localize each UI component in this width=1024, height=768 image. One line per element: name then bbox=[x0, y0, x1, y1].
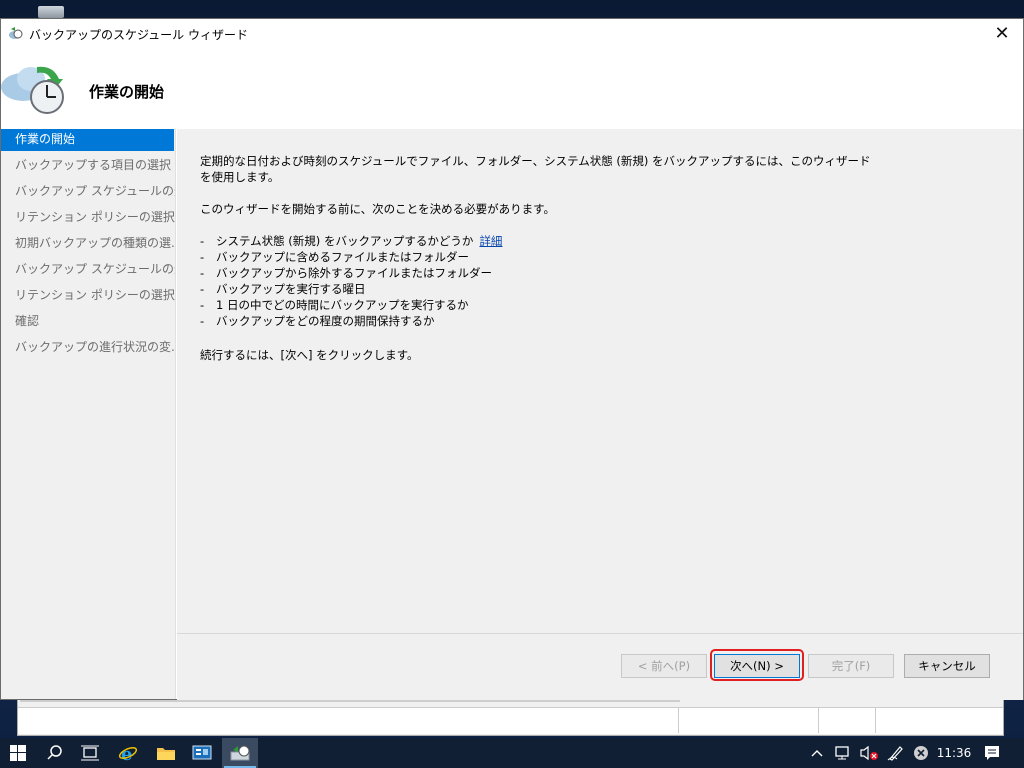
list-item: - 1 日の中でどの時間にバックアップを実行するか bbox=[200, 297, 502, 313]
wizard-content: 定期的な日付および時刻のスケジュールでファイル、フォルダー、システム状態 (新規… bbox=[177, 129, 1023, 633]
continue-text: 続行するには、[次へ] をクリックします。 bbox=[200, 348, 419, 362]
internet-explorer-icon: e bbox=[118, 744, 138, 763]
status-cells bbox=[18, 707, 1003, 734]
step-confirmation[interactable]: 確認 bbox=[1, 311, 175, 337]
title-bar: バックアップのスケジュール ウィザード ✕ bbox=[1, 19, 1023, 49]
show-hidden-icons-button[interactable] bbox=[806, 738, 828, 768]
list-dash: - bbox=[200, 298, 205, 312]
list-item: - バックアップから除外するファイルまたはフォルダー bbox=[200, 265, 502, 281]
clock[interactable]: 11:36 bbox=[934, 738, 974, 768]
finish-button[interactable]: 完了(F) bbox=[808, 654, 894, 678]
list-item-text: バックアップから除外するファイルまたはフォルダー bbox=[216, 266, 492, 280]
cancel-button[interactable]: キャンセル bbox=[904, 654, 990, 678]
volume-button[interactable] bbox=[856, 738, 882, 768]
task-view-icon bbox=[81, 745, 99, 761]
close-circle-icon bbox=[914, 746, 928, 760]
intro-line-1: 定期的な日付および時刻のスケジュールでファイル、フォルダー、システム状態 (新規… bbox=[200, 154, 871, 168]
list-item: - バックアップを実行する曜日 bbox=[200, 281, 502, 297]
next-button[interactable]: 次へ(N) > bbox=[714, 654, 800, 678]
chevron-up-icon bbox=[811, 750, 823, 757]
step-backup-progress[interactable]: バックアップの進行状況の変... bbox=[1, 337, 175, 363]
list-dash: - bbox=[200, 266, 205, 280]
list-item-text: 1 日の中でどの時間にバックアップを実行するか bbox=[216, 298, 469, 312]
window-title: バックアップのスケジュール ウィザード bbox=[29, 28, 248, 42]
step-backup-schedule-2[interactable]: バックアップ スケジュールの選... bbox=[1, 259, 175, 285]
desktop-drive-icon[interactable] bbox=[38, 6, 64, 18]
page-title: 作業の開始 bbox=[89, 83, 165, 101]
list-dash: - bbox=[200, 314, 205, 328]
step-retention-policy-2[interactable]: リテンション ポリシーの選択 (... bbox=[1, 285, 175, 311]
wizard-steps-sidebar: 作業の開始 バックアップする項目の選択 バックアップ スケジュールの選... リ… bbox=[1, 129, 176, 699]
decision-list: - システム状態 (新規) をバックアップするかどうか 詳細 - バックアップに… bbox=[200, 233, 502, 329]
internet-explorer-button[interactable]: e bbox=[110, 738, 146, 768]
cell-separator bbox=[678, 707, 679, 733]
search-button[interactable] bbox=[37, 738, 73, 768]
wizard-header: 作業の開始 bbox=[1, 49, 1023, 129]
list-item-text: バックアップに含めるファイルまたはフォルダー bbox=[216, 250, 469, 264]
intro-paragraph: 定期的な日付および時刻のスケジュールでファイル、フォルダー、システム状態 (新規… bbox=[200, 153, 871, 185]
volume-muted-icon bbox=[860, 745, 878, 761]
folder-icon bbox=[157, 748, 175, 760]
backup-schedule-wizard: バックアップのスケジュール ウィザード ✕ 作業の開始 作業の開始 バックアップ… bbox=[0, 18, 1024, 700]
back-button[interactable]: < 前へ(P) bbox=[621, 654, 707, 678]
details-link[interactable]: 詳細 bbox=[479, 233, 502, 249]
pen-icon bbox=[887, 746, 903, 761]
pen-button[interactable] bbox=[883, 738, 909, 768]
backup-app-taskbar-button[interactable] bbox=[222, 738, 258, 768]
intro-line-2: を使用します。 bbox=[200, 170, 280, 184]
list-item: - システム状態 (新規) をバックアップするかどうか 詳細 bbox=[200, 233, 502, 249]
server-manager-button[interactable] bbox=[184, 738, 220, 768]
cell-separator bbox=[818, 707, 819, 733]
cell-separator bbox=[875, 707, 876, 733]
list-item-text: バックアップをどの程度の期間保持するか bbox=[216, 314, 435, 328]
list-item: - バックアップに含めるファイルまたはフォルダー bbox=[200, 249, 502, 265]
step-backup-schedule[interactable]: バックアップ スケジュールの選... bbox=[1, 181, 175, 207]
backup-app-icon bbox=[9, 27, 23, 39]
notification-status-button[interactable] bbox=[909, 738, 933, 768]
step-getting-started[interactable]: 作業の開始 bbox=[1, 129, 174, 151]
file-explorer-button[interactable] bbox=[148, 738, 184, 768]
network-icon bbox=[835, 746, 849, 760]
start-button[interactable] bbox=[0, 738, 36, 768]
list-item-text: システム状態 (新規) をバックアップするかどうか bbox=[216, 234, 474, 248]
step-retention-policy[interactable]: リテンション ポリシーの選択 (... bbox=[1, 207, 175, 233]
list-item-text: バックアップを実行する曜日 bbox=[216, 282, 366, 296]
close-button[interactable]: ✕ bbox=[981, 19, 1023, 49]
action-center-button[interactable] bbox=[978, 738, 1006, 768]
windows-logo-icon bbox=[10, 745, 26, 761]
backup-app-icon bbox=[230, 745, 250, 761]
list-dash: - bbox=[200, 234, 205, 248]
list-item: - バックアップをどの程度の期間保持するか bbox=[200, 313, 502, 329]
before-start-text: このウィザードを開始する前に、次のことを決める必要があります。 bbox=[200, 202, 556, 216]
list-dash: - bbox=[200, 282, 205, 296]
step-initial-backup-type[interactable]: 初期バックアップの種類の選... bbox=[1, 233, 175, 259]
step-select-items[interactable]: バックアップする項目の選択 bbox=[1, 155, 175, 181]
server-manager-icon bbox=[192, 745, 212, 760]
taskbar: e 11:36 bbox=[0, 738, 1024, 768]
svg-text:e: e bbox=[121, 744, 132, 763]
backup-schedule-icon bbox=[1, 66, 64, 114]
task-view-button[interactable] bbox=[72, 738, 108, 768]
network-button[interactable] bbox=[830, 738, 856, 768]
wizard-footer: < 前へ(P) 次へ(N) > 完了(F) キャンセル bbox=[177, 633, 1023, 700]
list-dash: - bbox=[200, 250, 205, 264]
action-center-icon bbox=[985, 746, 999, 760]
search-icon bbox=[47, 745, 62, 760]
